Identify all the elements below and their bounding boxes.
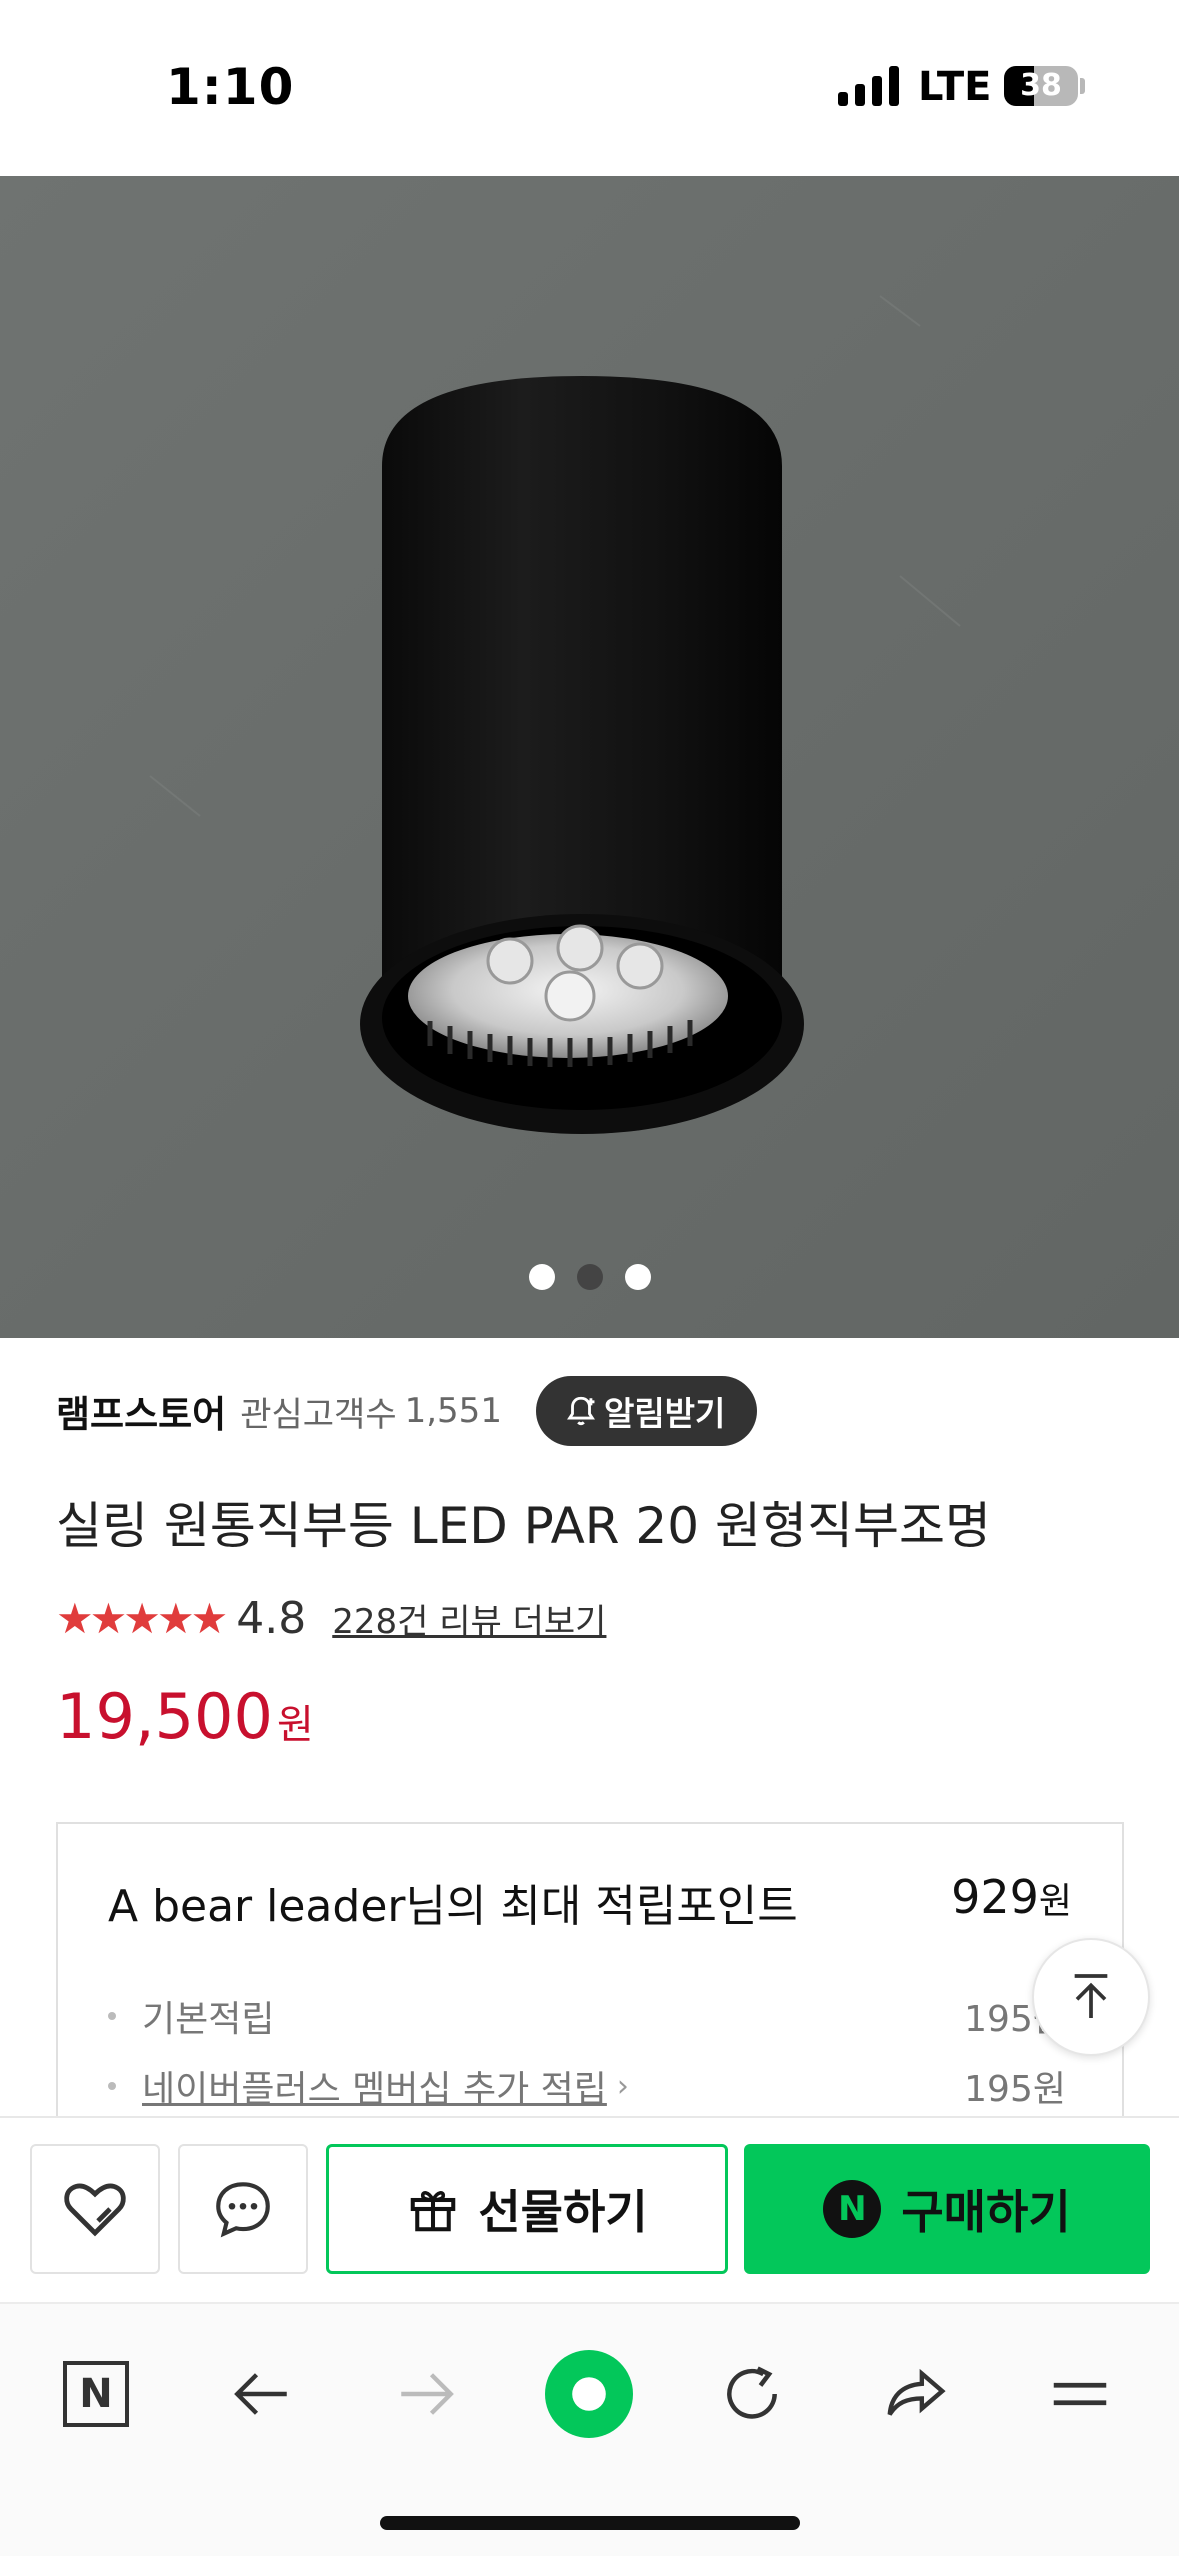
points-title: A bear leader님의 최대 적립포인트: [108, 1881, 798, 1932]
points-total-unit: 원: [1038, 1881, 1072, 1922]
network-type: LTE: [918, 64, 992, 110]
price-amount: 19,500: [56, 1680, 273, 1753]
naver-n-icon: N: [63, 2361, 129, 2427]
wishlist-button[interactable]: [30, 2144, 160, 2274]
menu-button[interactable]: [1030, 2344, 1130, 2444]
alarm-button-label: 알림받기: [603, 1394, 726, 1433]
share-button[interactable]: [866, 2344, 966, 2444]
membership-points-link[interactable]: 네이버플러스 멤버십 추가 적립: [142, 2060, 607, 2112]
chat-button[interactable]: [178, 2144, 308, 2274]
price-unit: 원: [276, 1702, 314, 1748]
rating-value: 4.8: [236, 1592, 307, 1644]
green-dot-button[interactable]: [539, 2344, 639, 2444]
green-dot-icon: [545, 2350, 633, 2438]
gallery-pagination: [0, 1264, 1179, 1294]
status-bar: 1:10 LTE 38: [0, 0, 1179, 176]
points-item: 기본적립: [108, 1990, 274, 2042]
status-time: 1:10: [166, 58, 295, 116]
back-button[interactable]: [212, 2344, 312, 2444]
points-item-label: 기본적립: [142, 1999, 275, 2040]
share-arrow-icon: [887, 2368, 946, 2416]
heart-icon: [64, 2183, 126, 2237]
lamp-illustration: [0, 176, 1179, 1338]
bell-plus-icon: [566, 1396, 595, 1426]
pagination-dot-active[interactable]: [577, 1264, 603, 1290]
arrow-right-icon: [401, 2373, 454, 2415]
rating-stars: ★★★★★: [56, 1593, 228, 1643]
pagination-dot[interactable]: [529, 1264, 555, 1290]
signal-icon: [838, 66, 900, 106]
gift-button[interactable]: 선물하기: [326, 2144, 728, 2274]
buy-button[interactable]: N 구매하기: [744, 2144, 1150, 2274]
points-box: A bear leader님의 최대 적립포인트 929원 기본적립 195원 …: [56, 1822, 1124, 2122]
arrow-left-icon: [234, 2373, 287, 2415]
seller-name[interactable]: 램프스토어: [56, 1384, 226, 1438]
seller-row: 램프스토어 관심고객수 1,551 알림받기: [56, 1376, 758, 1446]
purchase-action-bar: 선물하기 N 구매하기: [0, 2116, 1179, 2302]
buy-button-label: 구매하기: [901, 2185, 1071, 2239]
refresh-icon: [727, 2366, 777, 2419]
gift-icon: [411, 2191, 456, 2232]
product-title: 실링 원통직부등 LED PAR 20 원형직부조명: [56, 1497, 991, 1555]
price: 19,500 원: [56, 1680, 314, 1753]
home-indicator: [380, 2516, 800, 2530]
points-item-value: 195원: [964, 2069, 1066, 2110]
scroll-to-top-button[interactable]: [1032, 1938, 1150, 2056]
refresh-button[interactable]: [702, 2344, 802, 2444]
points-item[interactable]: 네이버플러스 멤버십 추가 적립 ›: [108, 2060, 629, 2112]
forward-button[interactable]: [376, 2344, 476, 2444]
rating-row: ★★★★★ 4.8 228건 리뷰 더보기: [56, 1588, 606, 1648]
points-total: 929원: [951, 1870, 1072, 1924]
followers-label: 관심고객수: [240, 1394, 397, 1435]
naver-pay-icon: N: [823, 2180, 882, 2238]
review-link[interactable]: 228건 리뷰 더보기: [332, 1594, 606, 1643]
product-image[interactable]: [0, 176, 1179, 1338]
battery-icon: 38: [1004, 66, 1078, 106]
chat-bubble-icon: [216, 2182, 270, 2238]
arrow-up-icon: [1074, 1974, 1108, 2018]
hamburger-menu-icon: [1053, 2382, 1107, 2406]
chevron-right-icon: ›: [616, 2068, 629, 2104]
alarm-button[interactable]: 알림받기: [535, 1376, 758, 1446]
followers-count: 1,551: [404, 1391, 502, 1431]
pagination-dot[interactable]: [625, 1264, 651, 1290]
points-total-value: 929: [951, 1870, 1039, 1924]
battery-level: 38: [1020, 68, 1062, 103]
naver-home-button[interactable]: N: [46, 2344, 146, 2444]
gift-button-label: 선물하기: [478, 2185, 648, 2239]
